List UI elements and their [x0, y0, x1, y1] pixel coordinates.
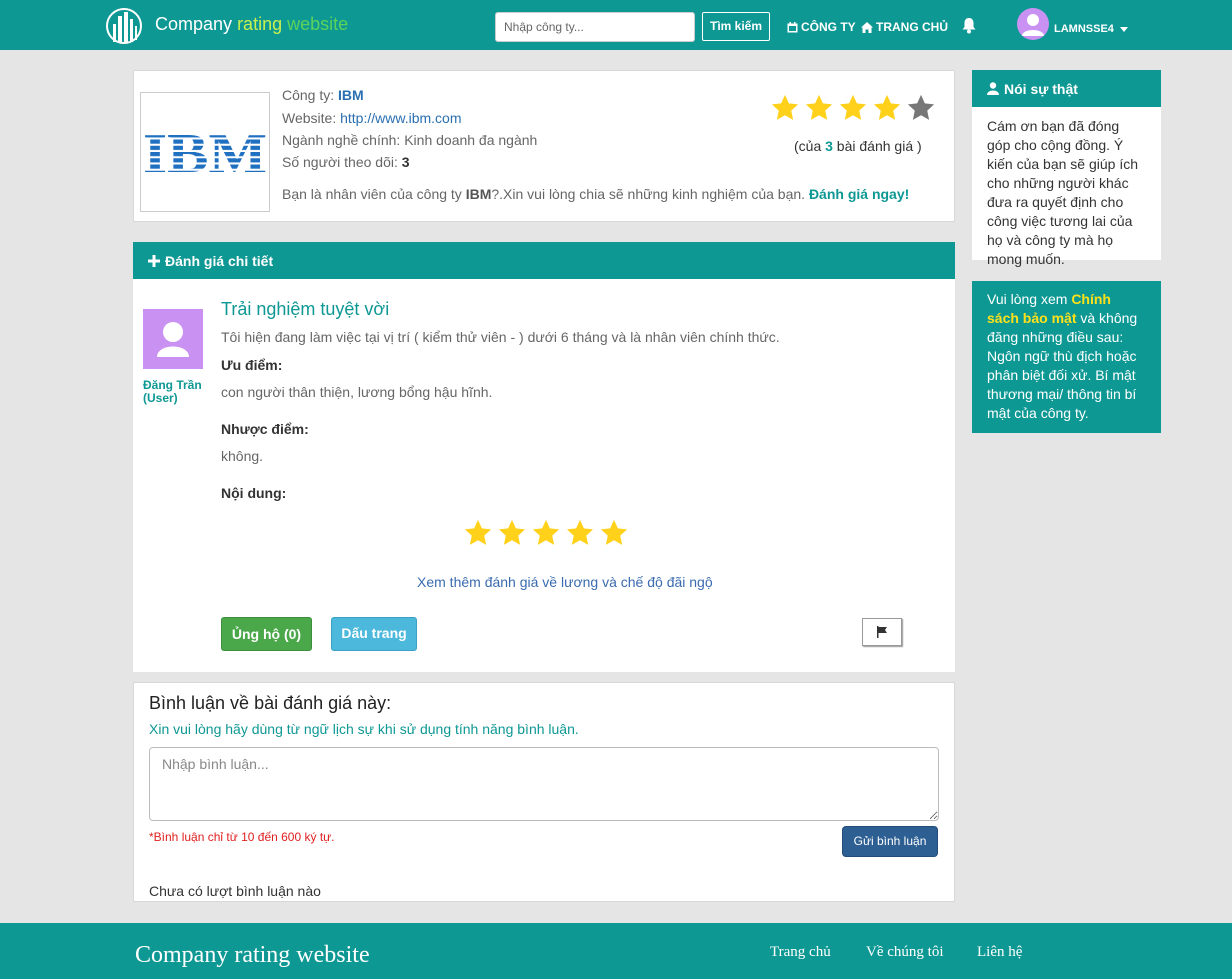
send-comment-button[interactable]: Gửi bình luận [842, 826, 938, 857]
rating-suffix: bài đánh giá ) [832, 138, 922, 154]
no-comments-text: Chưa có lượt bình luận nào [149, 883, 321, 899]
truth-panel-header: Nói sự thật [972, 70, 1161, 107]
company-logo: IBM [140, 92, 270, 212]
privacy-suffix: và không đăng những điều sau: Ngôn ngữ t… [987, 310, 1138, 421]
privacy-prefix: Vui lòng xem [987, 291, 1072, 307]
invite-middle: ?.Xin vui lòng chia sẽ những kinh nghiệm… [491, 186, 809, 202]
user-avatar[interactable] [1017, 8, 1049, 40]
search-input[interactable] [495, 12, 695, 42]
comment-length-warning: *Bình luận chỉ từ 10 đến 600 ký tự. [149, 830, 335, 844]
company-website-line: Website: http://www.ibm.com [282, 110, 461, 126]
user-menu-dropdown[interactable]: LAMNSSE4 [1054, 23, 1128, 35]
star-filled-icon [873, 94, 901, 120]
cons-text: không. [221, 448, 264, 464]
review-section-header[interactable]: Đánh giá chi tiết [133, 242, 955, 279]
bell-icon[interactable] [961, 17, 977, 37]
pros-text: con người thân thiện, lương bổng hậu hĩn… [221, 384, 493, 400]
building-logo-icon[interactable] [106, 8, 142, 44]
reviewer-avatar [143, 309, 203, 369]
company-info-card: IBM Công ty: IBM Website: http://www.ibm… [133, 70, 955, 222]
pros-label: Ưu điểm: [221, 357, 283, 373]
brand-word-3: website [287, 14, 349, 34]
star-filled-icon [566, 519, 594, 545]
reviewer-role: (User) [143, 391, 178, 405]
followers-label: Số người theo dõi: [282, 154, 402, 170]
home-icon [861, 21, 873, 33]
truth-panel-title: Nói sự thật [1004, 80, 1078, 97]
company-website-link[interactable]: http://www.ibm.com [340, 110, 461, 126]
truth-panel: Nói sự thật Cám ơn bạn đã đóng góp cho c… [972, 70, 1161, 267]
website-label: Website: [282, 110, 341, 126]
star-filled-icon [771, 94, 799, 120]
footer-link-about[interactable]: Về chúng tôi [866, 944, 943, 961]
nav-link-company[interactable]: CÔNG TY [787, 20, 856, 34]
star-filled-icon [805, 94, 833, 120]
company-industry: Ngành nghề chính: Kinh doanh đa ngành [282, 132, 538, 148]
company-name-link[interactable]: IBM [338, 87, 364, 103]
followers-count: 3 [401, 154, 410, 170]
privacy-notice: Vui lòng xem Chính sách bảo mật và không… [972, 281, 1161, 433]
bookmark-button[interactable]: Dấu trang [331, 617, 417, 651]
star-empty-icon [907, 94, 935, 120]
company-rating-count: (của 3 bài đánh giá ) [794, 138, 922, 154]
footer-brand: Company rating website [135, 942, 370, 968]
user-icon [987, 82, 999, 95]
company-label: Công ty: [282, 87, 339, 103]
footer-link-contact[interactable]: Liên hệ [977, 944, 1022, 961]
invite-prefix: Bạn là nhân viên của công ty [282, 186, 466, 202]
nav-link-company-label: CÔNG TY [801, 20, 856, 34]
plus-icon [148, 254, 160, 267]
rating-count-number: 3 [825, 138, 833, 154]
flag-icon [877, 626, 887, 638]
review-title: Trải nghiệm tuyệt vời [221, 299, 390, 319]
review-rating-stars [463, 518, 629, 548]
comment-guideline: Xin vui lòng hãy dùng từ ngữ lịch sự khi… [149, 721, 579, 737]
report-button[interactable] [862, 618, 902, 646]
review-now-link[interactable]: Đánh giá ngay! [809, 186, 909, 202]
reviewer-info: Đăng Trần (User) [143, 379, 202, 405]
comment-section: Bình luận về bài đánh giá này: Xin vui l… [133, 682, 955, 902]
star-filled-icon [532, 519, 560, 545]
brand-title[interactable]: Company rating website [155, 14, 348, 35]
star-filled-icon [464, 519, 492, 545]
star-filled-icon [600, 519, 628, 545]
rating-prefix: (của [794, 138, 826, 154]
comment-section-title: Bình luận về bài đánh giá này: [149, 693, 392, 713]
review-invite: Bạn là nhân viên của công ty IBM?.Xin vu… [282, 186, 909, 202]
salary-reviews-link[interactable]: Xem thêm đánh giá về lương và chế độ đãi… [417, 574, 713, 590]
cons-label: Nhược điểm: [221, 421, 309, 437]
comment-textarea[interactable] [149, 747, 939, 821]
company-rating-stars [770, 93, 936, 123]
nav-link-home-label: TRANG CHỦ [876, 20, 948, 34]
star-filled-icon [839, 94, 867, 120]
brand-word-1: Company [155, 14, 233, 34]
review-card: Đăng Trần (User) Trải nghiệm tuyệt vời T… [133, 279, 955, 672]
username-label: LAMNSSE4 [1054, 23, 1114, 35]
caret-down-icon [1119, 26, 1128, 32]
nav-link-home[interactable]: TRANG CHỦ [861, 20, 948, 34]
invite-company: IBM [465, 186, 492, 202]
truth-panel-body: Cám ơn bạn đã đóng góp cho cộng đồng. Ý … [987, 118, 1138, 267]
search-button[interactable]: Tìm kiếm [702, 12, 770, 41]
review-position: Tôi hiện đang làm việc tại vị trí ( kiểm… [221, 329, 780, 345]
calendar-icon [787, 21, 798, 32]
content-label: Nội dung: [221, 485, 287, 501]
footer: Company rating website Trang chủ Về chún… [0, 923, 1232, 979]
company-followers-line: Số người theo dõi: 3 [282, 154, 410, 170]
star-filled-icon [498, 519, 526, 545]
footer-link-home[interactable]: Trang chủ [770, 944, 831, 961]
review-section-title: Đánh giá chi tiết [165, 252, 274, 269]
company-name-line: Công ty: IBM [282, 87, 364, 103]
support-button[interactable]: Ủng hộ (0) [221, 617, 312, 651]
top-navbar: Company rating website Tìm kiếm CÔNG TY … [0, 0, 1232, 50]
brand-word-2: rating [237, 14, 283, 34]
